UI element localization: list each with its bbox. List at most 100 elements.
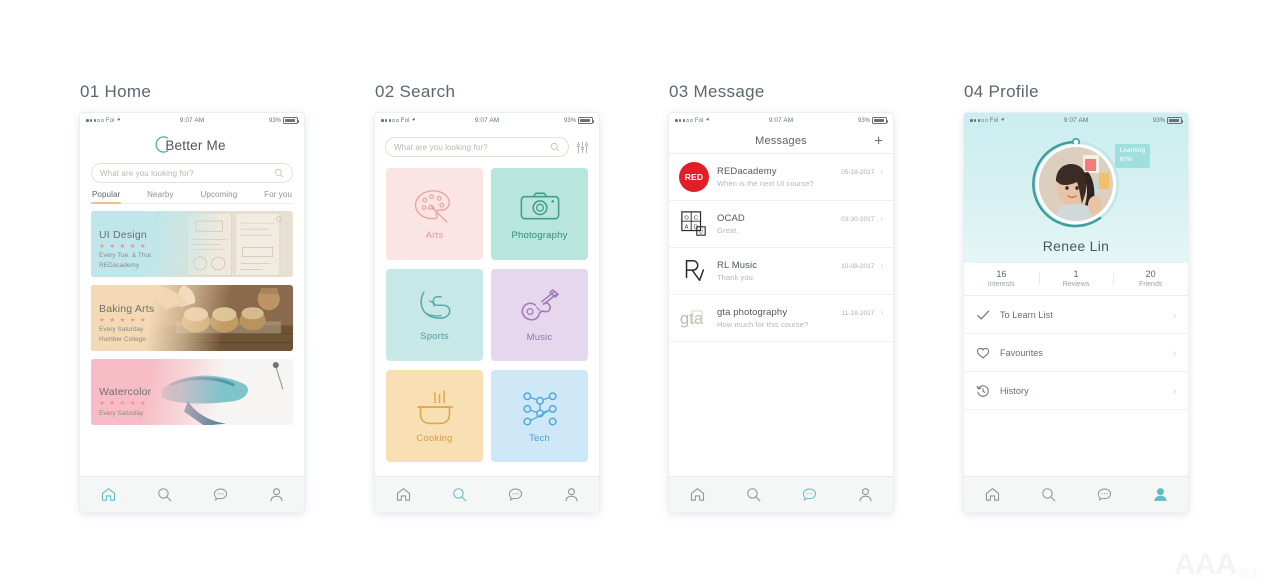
message-date: 11-18-2017 (841, 309, 875, 317)
learning-badge-title: Learning (1119, 147, 1145, 154)
nav-home-icon[interactable] (984, 486, 1001, 503)
stat-value: 1 (1073, 269, 1079, 279)
category-tile-sports[interactable]: Sports (386, 269, 483, 361)
learning-badge-value: 60% (1119, 155, 1133, 163)
nav-message-icon[interactable] (212, 486, 229, 503)
category-label: Tech (529, 432, 550, 444)
nav-profile-icon[interactable] (268, 486, 285, 503)
nav-home-icon[interactable] (689, 486, 706, 503)
course-card[interactable]: Watercolor ★ ★ ★ ★ ★ Every Saturday (91, 359, 293, 425)
card-text: Baking Arts ★ ★ ★ ★ ★ Every Saturday Hum… (99, 303, 154, 344)
message-preview: How much for this course? (717, 320, 809, 330)
avatar: gta (679, 303, 709, 333)
chevron-right-icon[interactable]: › (880, 167, 883, 176)
nav-message-icon[interactable] (1096, 486, 1113, 503)
search-icon[interactable] (550, 142, 560, 152)
message-content: OCAD 03-30-2017 › Great. (717, 213, 883, 236)
screen-title-profile: 04 Profile (964, 82, 1039, 101)
status-bar: Fol ◕ 9:07 AM 93% (375, 113, 599, 128)
nav-message-icon[interactable] (801, 486, 818, 503)
tab-popular[interactable]: Popular (90, 190, 122, 204)
card-provider: REDacademy (99, 261, 140, 269)
category-tile-tech[interactable]: Tech (491, 370, 588, 462)
category-tile-photography[interactable]: Photography (491, 168, 588, 260)
app-logo: Better Me (155, 135, 225, 155)
stat-label: Interests (987, 281, 1015, 288)
message-sender: RL Music (717, 259, 758, 271)
search-icon[interactable] (274, 168, 284, 178)
message-row[interactable]: RL Music 10-08-2017 › Thank you. (669, 248, 893, 295)
search-input[interactable]: What are you looking for? (91, 163, 293, 183)
stat-interests[interactable]: 16 Interests (964, 269, 1039, 288)
category-tile-music[interactable]: Music (491, 269, 588, 361)
chevron-right-icon[interactable]: › (1173, 310, 1176, 320)
message-date: 10-08-2017 (841, 262, 875, 270)
category-label: Sports (420, 330, 449, 342)
filter-sliders-icon[interactable] (576, 141, 589, 154)
phone-profile: Fol ◕ 9:07 AM 93% Learning 60% Renee Lin… (964, 113, 1188, 512)
nav-profile-icon[interactable] (1152, 486, 1169, 503)
message-row[interactable]: O C A D U OCAD 03-30-2017 › Great. (669, 201, 893, 248)
svg-text:C: C (694, 215, 698, 221)
status-bar: Fol ◕ 9:07 AM 93% (669, 113, 893, 128)
nav-search-icon[interactable] (1040, 486, 1057, 503)
course-card[interactable]: Baking Arts ★ ★ ★ ★ ★ Every Saturday Hum… (91, 285, 293, 351)
chevron-right-icon[interactable]: › (880, 261, 883, 270)
search-input[interactable]: What are you looking for? (385, 137, 569, 157)
category-tile-cooking[interactable]: Cooking (386, 370, 483, 462)
chevron-right-icon[interactable]: › (880, 308, 883, 317)
home-tabs: Popular Nearby Upcoming For you (90, 190, 293, 204)
home-header: Better Me (80, 128, 304, 158)
message-date: 03-30-2017 (841, 215, 875, 223)
profile-row-history[interactable]: History › (964, 372, 1188, 410)
profile-row-to-learn-list[interactable]: To Learn List › (964, 296, 1188, 334)
bottom-nav (669, 476, 893, 512)
nav-profile-icon[interactable] (857, 486, 874, 503)
nav-home-icon[interactable] (395, 486, 412, 503)
message-sender: REDacademy (717, 165, 777, 177)
profile-row-favourites[interactable]: Favourites › (964, 334, 1188, 372)
mockup-canvas: 01 Home Fol ◕ 9:07 AM 93% Better Me What… (0, 0, 1268, 588)
message-content: REDacademy 05-18-2017 › When is the next… (717, 166, 883, 189)
plus-icon[interactable]: + (874, 133, 883, 148)
camera-icon (520, 192, 559, 219)
chevron-right-icon[interactable]: › (1173, 348, 1176, 358)
watermark-sub: 美工 (1237, 567, 1261, 581)
chevron-right-icon[interactable]: › (880, 214, 883, 223)
nav-search-icon[interactable] (745, 486, 762, 503)
nav-search-icon[interactable] (156, 486, 173, 503)
profile-hero: Learning 60% Renee Lin (964, 128, 1188, 263)
course-card[interactable]: UI Design ★ ★ ★ ★ ★ Every Tue. & Thur. R… (91, 211, 293, 277)
tab-nearby[interactable]: Nearby (147, 190, 173, 203)
nav-search-icon[interactable] (451, 486, 468, 503)
learning-badge: Learning 60% (1114, 144, 1150, 168)
tab-for-you[interactable]: For you (264, 190, 292, 203)
tab-upcoming[interactable]: Upcoming (200, 190, 237, 203)
phone-message: Fol ◕ 9:07 AM 93% Messages + RED REDacad… (669, 113, 893, 512)
battery-icon (283, 117, 300, 124)
profile-stats: 16 Interests 1 Reviews 20 Friends (964, 263, 1188, 296)
page-title: Messages (755, 134, 807, 147)
message-body: Messages + RED REDacademy 05-18-2017 › W… (669, 128, 893, 476)
message-row[interactable]: RED REDacademy 05-18-2017 › When is the … (669, 154, 893, 201)
check-icon (976, 308, 990, 322)
message-sender: OCAD (717, 212, 745, 224)
status-time: 9:07 AM (1063, 117, 1089, 124)
nav-profile-icon[interactable] (563, 486, 580, 503)
category-label: Music (526, 331, 553, 343)
screen-column-search: 02 Search Fol ◕ 9:07 AM 93% What are you… (375, 82, 599, 512)
avatar-red-label: RED (679, 162, 709, 192)
nav-home-icon[interactable] (100, 486, 117, 503)
category-label: Photography (511, 229, 568, 241)
stat-friends[interactable]: 20 Friends (1113, 269, 1188, 288)
card-rating-stars: ★ ★ ★ ★ ★ (99, 316, 148, 324)
chevron-right-icon[interactable]: › (1173, 386, 1176, 396)
stat-reviews[interactable]: 1 Reviews (1038, 269, 1114, 288)
nav-message-icon[interactable] (507, 486, 524, 503)
category-tile-arts[interactable]: Arts (386, 168, 483, 260)
screen-column-profile: 04 Profile Fol ◕ 9:07 AM 93% Learning 60… (964, 82, 1188, 512)
avatar-photo (1039, 147, 1113, 221)
profile-name: Renee Lin (1042, 238, 1110, 254)
message-row[interactable]: gta gta photography 11-18-2017 › How muc… (669, 295, 893, 342)
message-top-line: OCAD 03-30-2017 › (717, 213, 883, 224)
